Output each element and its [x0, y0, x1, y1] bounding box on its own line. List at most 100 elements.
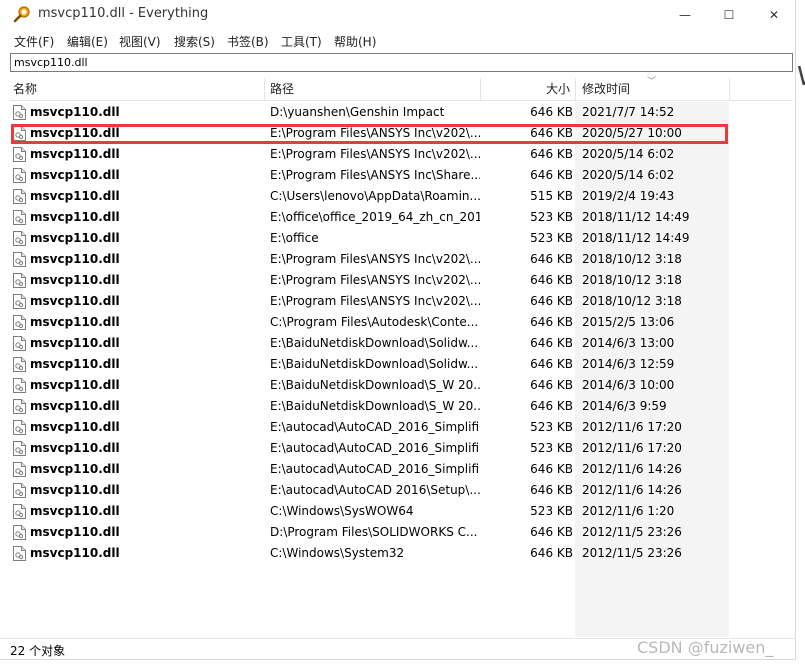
menu-bookmarks[interactable]: 书签(B) — [227, 33, 269, 50]
file-name: msvcp110.dll — [30, 105, 120, 119]
search-box — [10, 53, 793, 72]
table-row[interactable]: msvcp110.dll C:\Program Files\Autodesk\Co… — [10, 312, 793, 333]
file-size: 646 KB — [530, 105, 573, 119]
menu-tools[interactable]: 工具(T) — [281, 33, 322, 50]
table-row[interactable]: msvcp110.dll E:\autocad\AutoCAD_2016_Simp… — [10, 417, 793, 438]
dll-file-icon — [13, 399, 26, 414]
table-row[interactable]: msvcp110.dll E:\Program Files\ANSYS Inc\S… — [10, 165, 793, 186]
file-name: msvcp110.dll — [30, 399, 120, 413]
file-name: msvcp110.dll — [30, 420, 120, 434]
file-name: msvcp110.dll — [30, 231, 120, 245]
file-size: 523 KB — [530, 231, 573, 245]
title-bar[interactable]: msvcp110.dll - Everything — ☐ ✕ — [0, 0, 796, 30]
file-path: D:\Program Files\SOLIDWORKS C... — [270, 525, 478, 539]
file-name: msvcp110.dll — [30, 252, 120, 266]
table-row[interactable]: msvcp110.dll C:\Users\lenovo\AppData\Roam… — [10, 186, 793, 207]
file-modified: 2012/11/6 14:26 — [582, 462, 682, 476]
dll-file-icon — [13, 441, 26, 456]
file-name: msvcp110.dll — [30, 546, 120, 560]
dll-file-icon — [13, 504, 26, 519]
file-name: msvcp110.dll — [30, 525, 120, 539]
dll-file-icon — [13, 168, 26, 183]
file-path: C:\Windows\System32 — [270, 546, 405, 560]
dll-file-icon — [13, 294, 26, 309]
file-size: 646 KB — [530, 252, 573, 266]
table-row[interactable]: msvcp110.dll E:\office 523 KB 2018/11/12 14… — [10, 228, 793, 249]
column-size-header[interactable]: 大小 — [480, 78, 570, 100]
file-size: 646 KB — [530, 378, 573, 392]
file-name: msvcp110.dll — [30, 315, 120, 329]
file-path: E:\Program Files\ANSYS Inc\v202\... — [270, 147, 480, 161]
file-size: 646 KB — [530, 357, 573, 371]
close-button[interactable]: ✕ — [751, 0, 797, 30]
file-modified: 2018/10/12 3:18 — [582, 252, 682, 266]
table-row[interactable]: msvcp110.dll E:\Program Files\ANSYS Inc\v… — [10, 123, 793, 144]
menu-view[interactable]: 视图(V) — [119, 33, 161, 50]
sort-descending-icon: ﹀ — [647, 77, 657, 87]
dll-file-icon — [13, 273, 26, 288]
file-path: C:\Windows\SysWOW64 — [270, 504, 414, 518]
menu-help[interactable]: 帮助(H) — [334, 33, 376, 50]
dll-file-icon — [13, 462, 26, 477]
table-row[interactable]: msvcp110.dll E:\BaiduNetdiskDownload\Soli… — [10, 333, 793, 354]
results-list: msvcp110.dll D:\yuanshen\Genshin Impact 64… — [10, 102, 793, 637]
menu-search[interactable]: 搜索(S) — [174, 33, 215, 50]
file-path: E:\Program Files\ANSYS Inc\v202\... — [270, 273, 480, 287]
file-path: C:\Users\lenovo\AppData\Roamin... — [270, 189, 480, 203]
table-row[interactable]: msvcp110.dll C:\Windows\System32 646 KB 201… — [10, 543, 793, 564]
table-row[interactable]: msvcp110.dll E:\BaiduNetdiskDownload\S_W … — [10, 375, 793, 396]
column-name-header[interactable]: 名称 — [13, 78, 263, 100]
column-divider[interactable] — [575, 78, 576, 100]
window-title: msvcp110.dll - Everything — [38, 6, 209, 21]
table-row[interactable]: msvcp110.dll C:\Windows\SysWOW64 523 KB 201… — [10, 501, 793, 522]
file-modified: 2014/6/3 13:00 — [582, 336, 675, 350]
table-row[interactable]: msvcp110.dll E:\Program Files\ANSYS Inc\v… — [10, 291, 793, 312]
file-path: E:\autocad\AutoCAD 2016\Setup\... — [270, 483, 480, 497]
file-path: E:\autocad\AutoCAD_2016_Simplifi... — [270, 441, 480, 455]
dll-file-icon — [13, 336, 26, 351]
table-row[interactable]: msvcp110.dll E:\Program Files\ANSYS Inc\v… — [10, 270, 793, 291]
table-row[interactable]: msvcp110.dll D:\Program Files\SOLIDWORKS … — [10, 522, 793, 543]
file-size: 523 KB — [530, 441, 573, 455]
file-path: E:\autocad\AutoCAD_2016_Simplifi... — [270, 420, 480, 434]
table-row[interactable]: msvcp110.dll E:\BaiduNetdiskDownload\Soli… — [10, 354, 793, 375]
minimize-button[interactable]: — — [662, 0, 708, 30]
file-size: 646 KB — [530, 168, 573, 182]
dll-file-icon — [13, 189, 26, 204]
file-name: msvcp110.dll — [30, 210, 120, 224]
dll-file-icon — [13, 315, 26, 330]
table-row[interactable]: msvcp110.dll E:\autocad\AutoCAD_2016_Simp… — [10, 438, 793, 459]
everything-window: msvcp110.dll - Everything — ☐ ✕ 文件(F) 编辑… — [0, 0, 796, 660]
table-row[interactable]: msvcp110.dll D:\yuanshen\Genshin Impact 64… — [10, 102, 793, 123]
file-size: 646 KB — [530, 546, 573, 560]
file-path: E:\BaiduNetdiskDownload\Solidw... — [270, 336, 479, 350]
file-modified: 2018/11/12 14:49 — [582, 210, 690, 224]
file-path: E:\Program Files\ANSYS Inc\v202\... — [270, 252, 480, 266]
column-divider[interactable] — [264, 78, 265, 100]
dll-file-icon — [13, 231, 26, 246]
file-size: 646 KB — [530, 525, 573, 539]
maximize-button[interactable]: ☐ — [706, 0, 752, 30]
table-row[interactable]: msvcp110.dll E:\BaiduNetdiskDownload\S_W … — [10, 396, 793, 417]
table-row[interactable]: msvcp110.dll E:\autocad\AutoCAD_2016_Simp… — [10, 459, 793, 480]
search-input[interactable] — [11, 54, 792, 71]
column-path-header[interactable]: 路径 — [270, 78, 480, 100]
file-modified: 2014/6/3 10:00 — [582, 378, 675, 392]
file-size: 646 KB — [530, 336, 573, 350]
status-count: 22 个对象 — [10, 644, 66, 658]
file-size: 646 KB — [530, 399, 573, 413]
file-modified: 2018/11/12 14:49 — [582, 231, 690, 245]
menu-edit[interactable]: 编辑(E) — [67, 33, 108, 50]
table-row[interactable]: msvcp110.dll E:\office\office_2019_64_zh_… — [10, 207, 793, 228]
file-modified: 2014/6/3 12:59 — [582, 357, 675, 371]
table-row[interactable]: msvcp110.dll E:\Program Files\ANSYS Inc\v… — [10, 144, 793, 165]
table-row[interactable]: msvcp110.dll E:\autocad\AutoCAD 2016\Setu… — [10, 480, 793, 501]
table-row[interactable]: msvcp110.dll E:\Program Files\ANSYS Inc\v… — [10, 249, 793, 270]
column-divider[interactable] — [729, 78, 730, 100]
dll-file-icon — [13, 105, 26, 120]
file-size: 646 KB — [530, 273, 573, 287]
menu-file[interactable]: 文件(F) — [14, 33, 54, 50]
file-size: 646 KB — [530, 462, 573, 476]
dll-file-icon — [13, 126, 26, 141]
file-path: C:\Program Files\Autodesk\Conte... — [270, 315, 479, 329]
